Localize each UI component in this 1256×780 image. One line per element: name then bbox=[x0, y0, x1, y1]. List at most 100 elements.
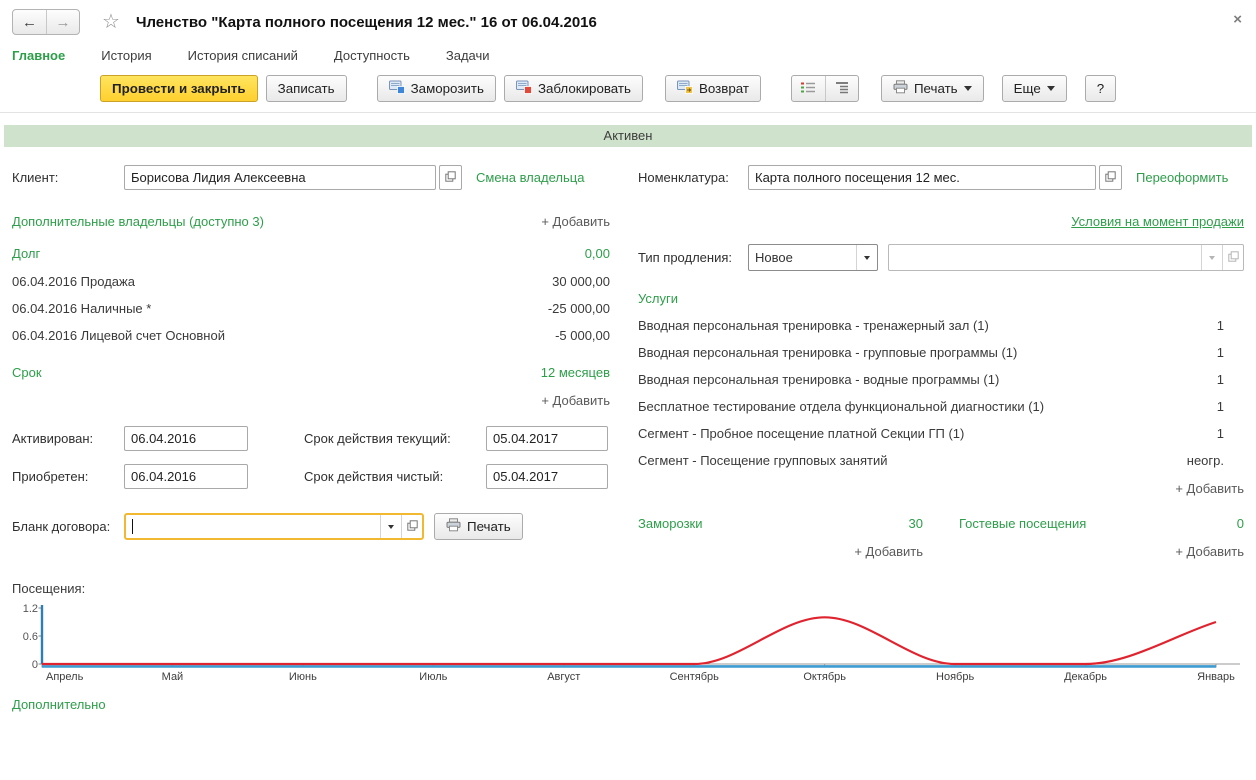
freeze-button[interactable]: Заморозить bbox=[377, 75, 496, 102]
extra-owners-title[interactable]: Дополнительные владельцы (доступно 3) bbox=[12, 214, 264, 229]
svg-text:Сентябрь: Сентябрь bbox=[670, 671, 720, 683]
debt-row-label: 06.04.2016 Продажа bbox=[12, 274, 135, 289]
activated-input[interactable] bbox=[124, 426, 248, 451]
refund-label: Возврат bbox=[699, 81, 749, 96]
debt-row-amount: -25 000,00 bbox=[548, 301, 610, 316]
close-icon[interactable]: × bbox=[1233, 12, 1242, 27]
open-field-icon bbox=[445, 170, 456, 185]
add-term-link[interactable]: + Добавить bbox=[12, 393, 610, 408]
guest-visits-title[interactable]: Гостевые посещения bbox=[959, 516, 1086, 531]
hierarchy-list-icon bbox=[834, 81, 850, 97]
change-owner-link[interactable]: Смена владельца bbox=[476, 170, 584, 185]
hierarchy-list-button[interactable] bbox=[825, 76, 858, 101]
tab-zadachi[interactable]: Задачи bbox=[446, 48, 490, 63]
sale-terms-link[interactable]: Условия на момент продажи bbox=[1071, 214, 1244, 229]
debt-row: 06.04.2016 Лицевой счет Основной -5 000,… bbox=[12, 328, 610, 343]
svg-text:Август: Август bbox=[547, 671, 580, 683]
block-button[interactable]: Заблокировать bbox=[504, 75, 643, 102]
contract-combo-value[interactable] bbox=[126, 519, 380, 534]
client-open-button[interactable] bbox=[439, 165, 462, 190]
list-view-button-group bbox=[791, 75, 859, 102]
dropdown-caret-icon bbox=[964, 86, 972, 91]
renewal-target-open-button[interactable] bbox=[1222, 245, 1243, 270]
debt-row-label: 06.04.2016 Лицевой счет Основной bbox=[12, 328, 225, 343]
term-title[interactable]: Срок bbox=[12, 365, 42, 380]
save-button[interactable]: Записать bbox=[266, 75, 347, 102]
back-arrow-icon: ← bbox=[22, 14, 37, 31]
block-label: Заблокировать bbox=[538, 81, 631, 96]
contract-dropdown-button[interactable] bbox=[380, 515, 401, 538]
forward-button[interactable]: → bbox=[46, 10, 79, 34]
footer-row: Дополнительно bbox=[0, 697, 1256, 712]
tab-istoriya[interactable]: История bbox=[101, 48, 151, 63]
right-column: Номенклатура: Переоформить Условия на мо… bbox=[638, 165, 1244, 559]
page-title: Членство "Карта полного посещения 12 мес… bbox=[136, 14, 597, 31]
post-and-close-button[interactable]: Провести и закрыть bbox=[100, 75, 258, 102]
back-button[interactable]: ← bbox=[13, 10, 46, 34]
service-row: Сегмент - Пробное посещение платной Секц… bbox=[638, 426, 1244, 441]
service-row: Бесплатное тестирование отдела функциона… bbox=[638, 399, 1244, 414]
svg-text:Октябрь: Октябрь bbox=[803, 671, 846, 683]
help-button[interactable]: ? bbox=[1085, 75, 1116, 102]
svg-text:Июнь: Июнь bbox=[289, 671, 317, 683]
client-input[interactable] bbox=[124, 165, 436, 190]
printer-icon bbox=[446, 518, 461, 535]
contract-open-button[interactable] bbox=[401, 515, 422, 538]
nomenclature-input[interactable] bbox=[748, 165, 1096, 190]
reissue-link[interactable]: Переоформить bbox=[1136, 170, 1228, 185]
text-cursor bbox=[132, 519, 133, 534]
forward-arrow-icon: → bbox=[56, 14, 71, 31]
freeze-label: Заморозить bbox=[411, 81, 484, 96]
service-qty: 1 bbox=[1217, 426, 1244, 441]
nomenclature-open-button[interactable] bbox=[1099, 165, 1122, 190]
status-text: Активен bbox=[604, 128, 653, 143]
guest-visits-value[interactable]: 0 bbox=[1237, 516, 1244, 531]
marked-list-button[interactable] bbox=[792, 76, 825, 101]
tab-glavnoe[interactable]: Главное bbox=[12, 48, 65, 63]
service-name: Вводная персональная тренировка - группо… bbox=[638, 345, 1017, 360]
services-title[interactable]: Услуги bbox=[638, 291, 1244, 306]
term-value[interactable]: 12 месяцев bbox=[541, 365, 610, 380]
tab-istoriya-spisaniy[interactable]: История списаний bbox=[188, 48, 298, 63]
freeze-card-icon bbox=[389, 80, 405, 97]
dropdown-caret-icon bbox=[1209, 256, 1215, 260]
renewal-type-combo[interactable]: Новое bbox=[748, 244, 878, 271]
open-field-icon bbox=[407, 519, 418, 534]
renewal-dropdown-button[interactable] bbox=[856, 245, 877, 270]
renewal-target-dropdown-button[interactable] bbox=[1201, 245, 1222, 270]
add-freeze-link[interactable]: + Добавить bbox=[638, 544, 923, 559]
contract-label: Бланк договора: bbox=[12, 519, 124, 534]
command-toolbar: Провести и закрыть Записать Заморозить З… bbox=[0, 63, 1256, 113]
favorite-star-icon[interactable]: ☆ bbox=[102, 12, 120, 32]
refund-button[interactable]: Возврат bbox=[665, 75, 761, 102]
dropdown-caret-icon bbox=[1047, 86, 1055, 91]
client-row: Клиент: Смена владельца bbox=[12, 165, 610, 190]
renewal-target-combo[interactable] bbox=[888, 244, 1244, 271]
add-service-link[interactable]: + Добавить bbox=[638, 481, 1244, 496]
svg-text:Апрель: Апрель bbox=[46, 671, 84, 683]
add-owner-link[interactable]: + Добавить bbox=[541, 214, 610, 229]
contract-print-button[interactable]: Печать bbox=[434, 513, 523, 540]
freezes-title[interactable]: Заморозки bbox=[638, 516, 702, 531]
service-name: Бесплатное тестирование отдела функциона… bbox=[638, 399, 1044, 414]
print-menu-button[interactable]: Печать bbox=[881, 75, 984, 102]
debt-total[interactable]: 0,00 bbox=[585, 246, 610, 261]
debt-row-amount: -5 000,00 bbox=[555, 328, 610, 343]
tab-dostupnost[interactable]: Доступность bbox=[334, 48, 410, 63]
more-button[interactable]: Еще bbox=[1002, 75, 1067, 102]
valid-net-input[interactable] bbox=[486, 464, 608, 489]
add-guest-visit-link[interactable]: + Добавить bbox=[959, 544, 1244, 559]
visits-chart-block: Посещения: 00.61.2АпрельМайИюньИюльАвгус… bbox=[0, 581, 1256, 693]
contract-print-label: Печать bbox=[467, 519, 511, 534]
purchased-input[interactable] bbox=[124, 464, 248, 489]
guest-visits-block: Гостевые посещения 0 + Добавить bbox=[959, 516, 1244, 559]
debt-title[interactable]: Долг bbox=[12, 246, 40, 261]
valid-current-input[interactable] bbox=[486, 426, 608, 451]
service-qty: 1 bbox=[1217, 345, 1244, 360]
valid-current-label: Срок действия текущий: bbox=[252, 431, 486, 446]
freezes-value[interactable]: 30 bbox=[909, 516, 923, 531]
service-name: Вводная персональная тренировка - тренаж… bbox=[638, 318, 989, 333]
additional-section-link[interactable]: Дополнительно bbox=[12, 697, 106, 712]
contract-combo[interactable] bbox=[124, 513, 424, 540]
print-label: Печать bbox=[914, 81, 958, 96]
